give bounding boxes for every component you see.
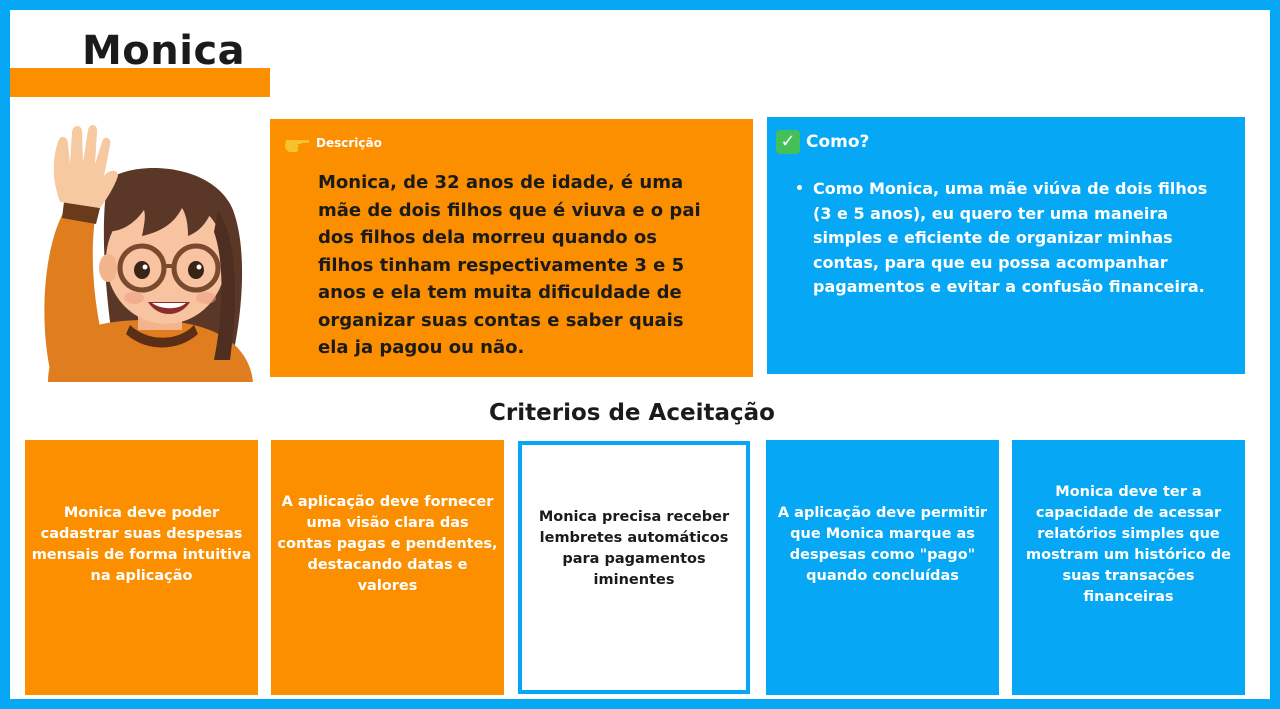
- criterion-text: Monica precisa receber lembretes automát…: [538, 508, 730, 588]
- criterion-text: A aplicação deve fornecer uma visão clar…: [277, 494, 498, 594]
- user-story-label: Como?: [806, 132, 870, 152]
- user-story-card: ✓ Como? • Como Monica, uma mãe viúva de …: [767, 117, 1245, 374]
- criterion-text: Monica deve poder cadastrar suas despesa…: [31, 504, 252, 584]
- memoji-avatar-waving: [44, 124, 253, 382]
- bullet-marker: •: [795, 181, 804, 197]
- description-text: Monica, de 32 anos de idade, é uma mãe d…: [318, 172, 701, 358]
- check-mark-icon: ✓: [776, 130, 800, 154]
- pointing-hand-icon: [285, 140, 310, 152]
- persona-board: Monica Descrição Monica, de 32 anos de i…: [10, 10, 1270, 699]
- description-label: Descrição: [316, 136, 382, 150]
- criterion-text: Monica deve ter a capacidade de acessar …: [1026, 483, 1231, 605]
- criterion-card-3: Monica precisa receber lembretes automát…: [518, 441, 750, 694]
- user-story-text: Como Monica, uma mãe viúva de dois filho…: [813, 179, 1208, 296]
- criterion-card-1: Monica deve poder cadastrar suas despesa…: [25, 440, 258, 695]
- user-story-header: ✓ Como?: [776, 130, 869, 154]
- criterion-text: A aplicação deve permitir que Monica mar…: [777, 504, 988, 584]
- description-header: Descrição: [284, 131, 382, 155]
- criterion-card-5: Monica deve ter a capacidade de acessar …: [1012, 440, 1245, 695]
- criterion-card-4: A aplicação deve permitir que Monica mar…: [766, 440, 999, 695]
- criterion-card-2: A aplicação deve fornecer uma visão clar…: [271, 440, 504, 695]
- title-underline-bar: [10, 68, 270, 97]
- description-card: Descrição Monica, de 32 anos de idade, é…: [270, 119, 753, 377]
- acceptance-criteria-title: Criterios de Aceitação: [489, 400, 775, 426]
